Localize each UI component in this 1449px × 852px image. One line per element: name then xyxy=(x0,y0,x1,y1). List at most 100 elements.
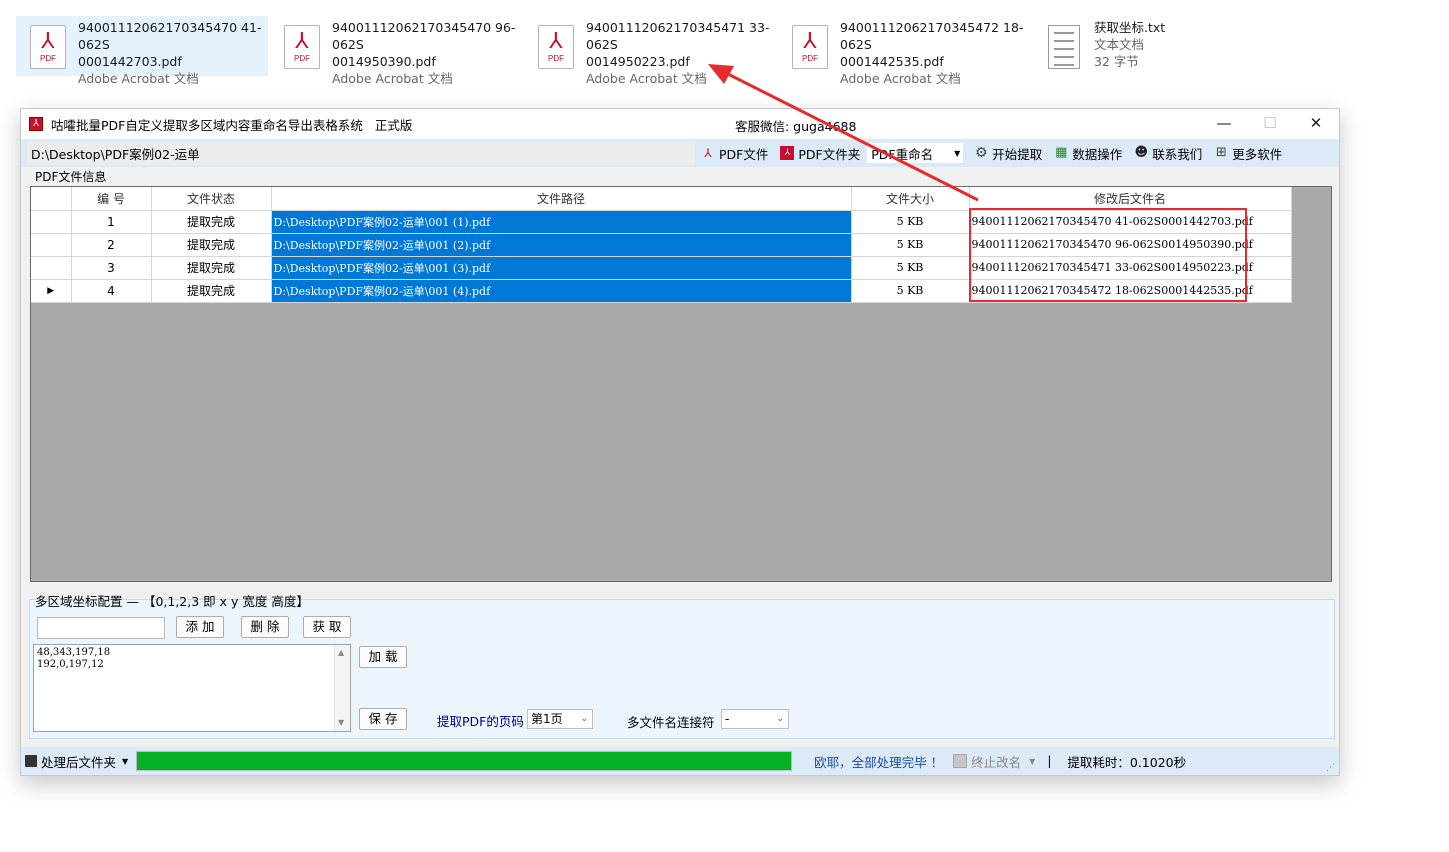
output-folder-label: 处理后文件夹 xyxy=(41,754,117,770)
status-bar: 处理后文件夹 ▼ 欧耶，全部处理完毕 ！ 终止改名 ▼ | 提取耗时：0.102… xyxy=(21,747,1339,775)
cell-path[interactable]: D:\Desktop\PDF案例02-运单\001 (4).pdf xyxy=(271,279,852,303)
file-item[interactable]: ⅄ PDF 94001112062170345470 41-062S 000144… xyxy=(16,16,268,86)
cell-path[interactable]: D:\Desktop\PDF案例02-运单\001 (2).pdf xyxy=(271,233,852,257)
load-button[interactable]: 加 载 xyxy=(359,646,407,668)
joiner-select[interactable]: - ⌄ xyxy=(721,709,789,729)
page-label: 提取PDF的页码 xyxy=(437,714,524,729)
coordinates-text: 48,343,197,18 192,0,197,12 xyxy=(37,647,111,670)
cell-path[interactable]: D:\Desktop\PDF案例02-运单\001 (1).pdf xyxy=(271,210,852,234)
delete-button[interactable]: 删 除 xyxy=(241,616,289,638)
save-button[interactable]: 保 存 xyxy=(359,708,407,730)
output-folder-button[interactable]: 处理后文件夹 ▼ xyxy=(25,752,128,771)
cell-size[interactable]: 5 KB xyxy=(851,256,970,280)
file-item[interactable]: ⅄ PDF 94001112062170345470 96-062S 001495… xyxy=(270,16,522,86)
scroll-down-icon[interactable]: ▼ xyxy=(338,717,344,729)
coordinates-textarea[interactable]: 48,343,197,18 192,0,197,12 ▲ ▼ xyxy=(33,644,351,732)
cell-number[interactable]: 2 xyxy=(71,233,152,257)
row-header[interactable] xyxy=(31,256,72,280)
file-type: 文本文档 xyxy=(1094,37,1145,52)
config-label: 多区域坐标配置 — 【0,1,2,3 即 x y 宽度 高度】 xyxy=(35,594,309,609)
data-ops-label: 数据操作 xyxy=(1072,146,1123,162)
spreadsheet-icon: ▦ xyxy=(1055,145,1068,160)
stop-rename-label: 终止改名 xyxy=(971,754,1022,770)
file-type: Adobe Acrobat 文档 xyxy=(332,71,453,86)
file-type: Adobe Acrobat 文档 xyxy=(78,71,199,86)
joiner-select-value: - xyxy=(725,712,730,726)
file-name-line1: 94001112062170345471 33-062S xyxy=(586,20,770,52)
cell-number[interactable]: 4 xyxy=(71,279,152,303)
more-software-label: 更多软件 xyxy=(1232,146,1283,162)
grid-group-label: PDF文件信息 xyxy=(33,168,109,185)
column-header-new-name[interactable]: 修改后文件名 xyxy=(969,187,1292,211)
cell-status[interactable]: 提取完成 xyxy=(151,256,272,280)
app-window: ⅄ 咕嚯批量PDF自定义提取多区域内容重命名导出表格系统 正式版 客服微信: g… xyxy=(20,108,1340,776)
title-bar[interactable]: ⅄ 咕嚯批量PDF自定义提取多区域内容重命名导出表格系统 正式版 客服微信: g… xyxy=(21,109,1339,139)
page-select[interactable]: 第1页 ⌄ xyxy=(527,709,593,729)
file-name-line1: 94001112062170345472 18-062S xyxy=(840,20,1024,52)
column-header-status[interactable]: 文件状态 xyxy=(151,187,272,211)
pdf-file-icon: ⅄ PDF xyxy=(30,25,66,69)
data-ops-button[interactable]: ▦ 数据操作 xyxy=(1048,141,1128,165)
edition-label: 正式版 xyxy=(374,117,413,133)
stop-rename-toggle[interactable]: 终止改名 ▼ xyxy=(953,752,1035,771)
contact-us-label: 联系我们 xyxy=(1152,146,1203,162)
cell-size[interactable]: 5 KB xyxy=(851,279,970,303)
row-header[interactable] xyxy=(31,233,72,257)
cell-path[interactable]: D:\Desktop\PDF案例02-运单\001 (3).pdf xyxy=(271,256,852,280)
pdf-file-icon: ⅄ PDF xyxy=(284,25,320,69)
file-item[interactable]: 获取坐标.txt 文本文档 32 字节 xyxy=(1032,16,1232,76)
camera-folder-icon xyxy=(25,755,37,767)
column-header-number[interactable]: 编 号 xyxy=(71,187,152,211)
cell-status[interactable]: 提取完成 xyxy=(151,233,272,257)
status-separator: | xyxy=(1047,754,1052,768)
more-software-button[interactable]: ⊞ 更多软件 xyxy=(1208,141,1288,165)
app-logo-icon: ⅄ xyxy=(29,117,43,131)
status-message: 欧耶，全部处理完毕 ！ xyxy=(814,754,944,770)
cell-size[interactable]: 5 KB xyxy=(851,233,970,257)
scrollbar[interactable]: ▲ ▼ xyxy=(334,645,350,731)
chevron-down-icon: ▼ xyxy=(1029,756,1036,766)
elapsed-time: 提取耗时：0.1020秒 xyxy=(1067,754,1187,770)
chevron-down-icon: ⌄ xyxy=(776,714,784,724)
progress-bar xyxy=(136,751,793,771)
get-button[interactable]: 获 取 xyxy=(303,616,351,638)
highlight-box xyxy=(969,208,1247,302)
chevron-down-icon: ⌄ xyxy=(580,714,588,724)
file-name-line2: 0001442703.pdf xyxy=(78,54,182,69)
pdf-file-icon: ⅄ PDF xyxy=(538,25,574,69)
cell-status[interactable]: 提取完成 xyxy=(151,279,272,303)
toolbar: D:\Desktop\PDF案例02-运单 ⅄ PDF文件 ⅄ PDF文件夹 P… xyxy=(21,139,1339,167)
chevron-down-icon: ▼ xyxy=(122,756,129,766)
cell-status[interactable]: 提取完成 xyxy=(151,210,272,234)
row-header[interactable] xyxy=(31,210,72,234)
minimize-button[interactable]: — xyxy=(1201,109,1247,139)
file-name-line1: 获取坐标.txt xyxy=(1094,20,1166,35)
annotation-arrow xyxy=(708,64,979,202)
text-file-icon xyxy=(1048,25,1080,69)
file-size: 32 字节 xyxy=(1094,54,1139,69)
file-name-line2: 0014950390.pdf xyxy=(332,54,436,69)
resize-grip-icon[interactable]: ⋰ xyxy=(1326,763,1335,773)
row-header-corner xyxy=(31,187,72,211)
progress-fill xyxy=(137,752,792,770)
maximize-button[interactable]: ☐ xyxy=(1247,109,1293,139)
cell-size[interactable]: 5 KB xyxy=(851,210,970,234)
checkbox-icon xyxy=(953,754,968,768)
file-name-line1: 94001112062170345470 41-062S xyxy=(78,20,262,52)
add-button[interactable]: 添 加 xyxy=(176,616,224,638)
joiner-label: 多文件名连接符 xyxy=(627,715,715,730)
file-grid[interactable]: 编 号 文件状态 文件路径 文件大小 修改后文件名 1 提取完成 D:\Desk… xyxy=(30,186,1332,582)
qq-penguin-icon: ☻ xyxy=(1134,145,1149,160)
coordinate-input[interactable] xyxy=(37,617,165,639)
folder-path-field[interactable]: D:\Desktop\PDF案例02-运单 xyxy=(27,141,695,165)
cell-number[interactable]: 3 xyxy=(71,256,152,280)
arrow-shaft xyxy=(719,68,979,202)
close-button[interactable]: ✕ xyxy=(1293,109,1339,139)
file-name-line1: 94001112062170345470 96-062S xyxy=(332,20,516,52)
window-title: 咕嚯批量PDF自定义提取多区域内容重命名导出表格系统 xyxy=(51,117,363,133)
cell-number[interactable]: 1 xyxy=(71,210,152,234)
grid-icon: ⊞ xyxy=(1215,145,1227,160)
contact-us-button[interactable]: ☻ 联系我们 xyxy=(1128,141,1208,165)
current-row-marker[interactable]: ▶ xyxy=(31,279,72,303)
scroll-up-icon[interactable]: ▲ xyxy=(338,647,344,659)
